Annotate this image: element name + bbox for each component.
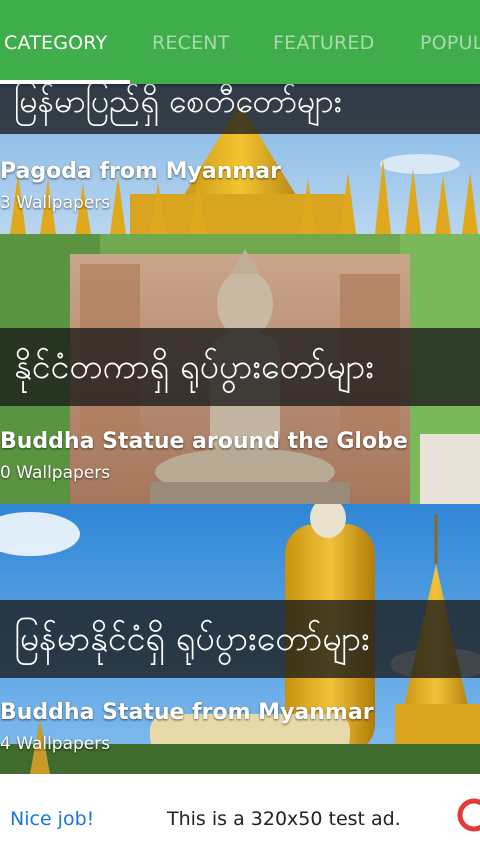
category-card-buddha-myanmar[interactable]: မြန်မာနိုင်ငံရှိ ရုပ်ပွားတော်များ Buddha… [0,504,480,774]
ad-nice-job-label: Nice job! [10,808,95,830]
wallpaper-count: 4 Wallpapers [0,734,111,754]
category-banner: နိုင်ငံတကာရှိ ရုပ်ပွားတော်များ [0,328,480,406]
category-banner: မြန်မာနိုင်ငံရှိ ရုပ်ပွားတော်များ [0,600,480,678]
tab-featured[interactable]: FEATURED [273,0,374,84]
tab-category[interactable]: CATEGORY [4,0,107,84]
category-title: Buddha Statue around the Globe [0,429,408,454]
tab-bar: CATEGORY RECENT FEATURED POPULAR [0,0,480,84]
test-ad-banner[interactable]: Nice job! This is a 320x50 test ad. [0,774,480,850]
category-card-buddha-globe[interactable]: နိုင်ငံတကာရှိ ရုပ်ပွားတော်များ Buddha St… [0,234,480,504]
ad-text: This is a 320x50 test ad. [167,808,401,830]
active-tab-indicator [0,80,130,84]
wallpaper-count: 3 Wallpapers [0,193,111,213]
category-title: Buddha Statue from Myanmar [0,700,374,725]
category-banner: မြန်မာပြည်ရှိ စေတီတော်များ [0,84,480,134]
tab-popular[interactable]: POPULAR [420,0,480,84]
wallpaper-count: 0 Wallpapers [0,463,111,483]
category-card-pagoda[interactable]: မြန်မာပြည်ရှိ စေတီတော်များ Pagoda from M… [0,84,480,234]
category-title: Pagoda from Myanmar [0,159,281,184]
ad-logo-icon [457,798,480,832]
tab-recent[interactable]: RECENT [152,0,230,84]
